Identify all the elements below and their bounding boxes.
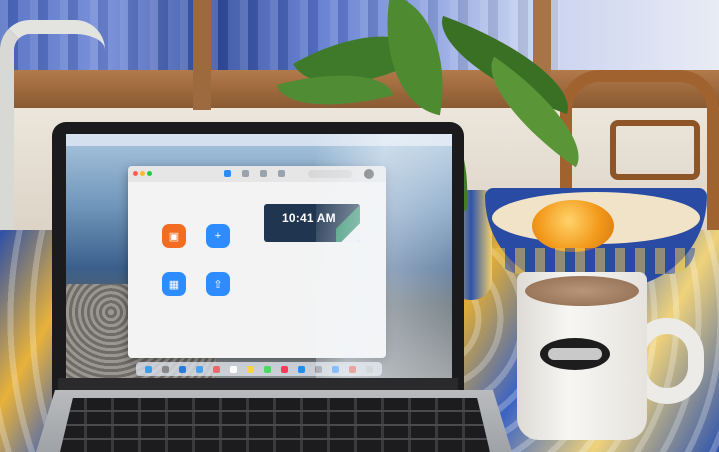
join-button[interactable]: +: [206, 224, 230, 248]
notes-icon[interactable]: [247, 365, 254, 373]
launchpad-icon[interactable]: [162, 365, 169, 373]
calendar-icon: ▦: [162, 272, 186, 296]
share-screen-button[interactable]: ⇧: [206, 272, 230, 296]
window-frame-left: [193, 0, 211, 110]
meetings-tab-icon[interactable]: [260, 170, 267, 177]
finder-icon[interactable]: [145, 365, 152, 373]
plus-icon: +: [206, 224, 230, 248]
safari-icon[interactable]: [179, 365, 186, 373]
home-tab-icon[interactable]: [224, 170, 231, 177]
music-icon[interactable]: [281, 365, 288, 373]
calendar-app-icon[interactable]: [230, 365, 237, 373]
fruit-bowl-pattern: [495, 248, 695, 274]
photos-icon[interactable]: [213, 365, 220, 373]
new-meeting-button[interactable]: ▣: [162, 224, 186, 248]
laptop-screen: ▣ + ▦ ⇧ 10:41 AM: [66, 134, 452, 378]
schedule-button[interactable]: ▦: [162, 272, 186, 296]
wooden-chair-rung: [610, 120, 700, 180]
orange-fruit: [532, 200, 614, 252]
app-store-icon[interactable]: [298, 365, 305, 373]
keyboard-rows: [60, 398, 490, 452]
coffee: [525, 276, 639, 306]
photo-scene: ▣ + ▦ ⇧ 10:41 AM: [0, 0, 719, 452]
contacts-tab-icon[interactable]: [278, 170, 285, 177]
minimize-window-icon[interactable]: [140, 171, 145, 176]
maximize-window-icon[interactable]: [147, 171, 152, 176]
chat-tab-icon[interactable]: [242, 170, 249, 177]
screen-glare: [316, 134, 452, 378]
close-window-icon[interactable]: [133, 171, 138, 176]
share-screen-icon: ⇧: [206, 272, 230, 296]
messages-icon[interactable]: [264, 365, 271, 373]
mail-icon[interactable]: [196, 365, 203, 373]
mug-logo-script: [548, 348, 602, 360]
camera-icon: ▣: [162, 224, 186, 248]
laptop-hinge: [58, 378, 458, 392]
